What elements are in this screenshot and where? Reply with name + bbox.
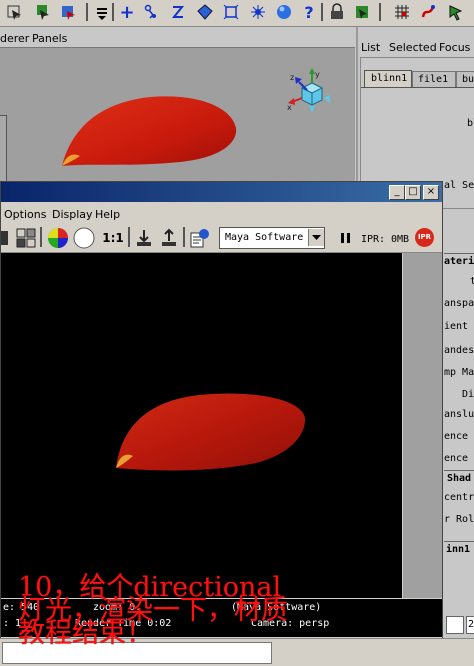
attr-translucence: anslu	[444, 409, 474, 420]
attr-ambient-color: ient C	[444, 321, 474, 332]
keep-image-icon[interactable]	[133, 227, 155, 249]
svg-text:z: z	[290, 73, 294, 82]
toolbar-divider	[86, 3, 88, 21]
tab-bump[interactable]: bu	[456, 71, 474, 87]
frame-icon[interactable]	[221, 2, 241, 22]
toolbar-divider	[40, 227, 42, 247]
tab-file1[interactable]: file1	[412, 71, 456, 87]
menu-options[interactable]: Options	[4, 208, 46, 221]
toolbar-divider	[183, 227, 185, 247]
render-view-menubar: Options Display Help	[1, 203, 442, 221]
dropdown-icon[interactable]	[92, 2, 112, 22]
render-view-window: _ □ × Options Display Help 1:1 Maya Soft…	[0, 181, 443, 639]
curve-icon[interactable]	[168, 2, 188, 22]
menu-renderer[interactable]: derer	[0, 32, 29, 45]
ipr-memory: 0MB	[391, 234, 410, 245]
attr-bottom-field[interactable]: 2	[466, 616, 474, 634]
attr-diffuse: Di	[462, 389, 474, 400]
maximize-button[interactable]: □	[405, 185, 421, 200]
attr-row: al Se	[444, 180, 474, 191]
attr-translucence-depth: ence I	[444, 431, 474, 442]
main-toolbar: + ?	[0, 0, 474, 27]
menu-panels[interactable]: Panels	[32, 32, 67, 45]
magnet-icon[interactable]	[418, 2, 438, 22]
snap-icon[interactable]	[352, 2, 372, 22]
cube-icon[interactable]	[195, 2, 215, 22]
menu-selected[interactable]: Selected	[389, 41, 437, 54]
lasso-icon[interactable]	[32, 2, 52, 22]
attr-row: t	[470, 276, 474, 287]
sphere-icon[interactable]	[274, 2, 294, 22]
alpha-channel-icon[interactable]	[72, 227, 96, 249]
render-icon[interactable]	[1, 227, 9, 249]
rendered-petal-image	[116, 393, 306, 471]
caption-line-3: 教程结束！	[18, 618, 153, 649]
chevron-down-icon[interactable]	[308, 229, 324, 246]
grid-icon[interactable]	[392, 2, 412, 22]
menu-display[interactable]: Display	[52, 208, 93, 221]
tab-blinn1[interactable]: blinn1	[364, 70, 412, 87]
viewport-menubar: derer Panels	[0, 27, 355, 47]
attr-specular-rolloff: r Rol	[444, 514, 474, 525]
pause-ipr-icon[interactable]	[339, 227, 353, 249]
view-axis-gizmo[interactable]: z y x	[287, 68, 337, 118]
menu-list[interactable]: List	[361, 41, 380, 54]
toolbar-divider	[379, 3, 381, 21]
toolbar-divider	[112, 3, 114, 21]
render-globals-icon[interactable]	[188, 227, 212, 249]
render-view-titlebar[interactable]: _ □ ×	[1, 182, 442, 202]
star-icon[interactable]	[248, 2, 268, 22]
toolbar-divider	[128, 227, 130, 247]
ipr-label: IPR:	[361, 234, 386, 245]
render-view-scroll-area[interactable]	[403, 253, 442, 598]
ipr-render-button[interactable]: IPR	[415, 228, 434, 247]
petal-shape	[116, 393, 306, 471]
petal-shape	[62, 96, 237, 166]
attr-translucence-focus: ence I	[444, 453, 474, 464]
menu-focus[interactable]: Focus	[439, 41, 470, 54]
node-type-label: bl	[467, 118, 474, 129]
svg-text:x: x	[287, 103, 292, 112]
viewport-side-handle[interactable]	[0, 115, 7, 182]
attr-bump-mapping: mp Map	[444, 367, 474, 378]
render-view-toolbar: 1:1 Maya Software IPR: 0MB IPR	[1, 222, 442, 253]
section-material[interactable]: ateri	[444, 256, 474, 267]
paint-select-icon[interactable]	[58, 2, 78, 22]
attr-incandescence: andesc	[444, 345, 474, 356]
render-region-icon[interactable]	[15, 227, 37, 249]
plus-icon[interactable]: +	[117, 2, 137, 23]
attr-transparency: anspa	[444, 298, 474, 309]
node-name-field: inn1	[446, 544, 471, 555]
real-size-button[interactable]: 1:1	[100, 227, 126, 249]
close-button[interactable]: ×	[423, 185, 439, 200]
lock-icon[interactable]	[327, 2, 347, 22]
svg-text:y: y	[315, 70, 320, 79]
color-channel-icon[interactable]	[45, 227, 71, 249]
menu-help[interactable]: Help	[95, 208, 120, 221]
toolbar-divider	[321, 3, 323, 21]
skeleton-icon[interactable]	[141, 2, 161, 22]
minimize-button[interactable]: _	[389, 185, 405, 200]
renderer-select[interactable]: Maya Software	[219, 227, 325, 249]
render-image-canvas[interactable]	[1, 253, 402, 598]
help-icon[interactable]: ?	[299, 2, 319, 22]
section-specular-shading[interactable]: Shad	[447, 473, 471, 484]
attr-bottom-checkbox[interactable]	[446, 616, 464, 634]
select-icon[interactable]	[4, 2, 24, 22]
perspective-viewport[interactable]: z y x	[0, 47, 355, 183]
remove-image-icon[interactable]	[158, 227, 180, 249]
attr-eccentricity: centr	[444, 492, 474, 503]
arrow-icon[interactable]	[446, 2, 466, 22]
